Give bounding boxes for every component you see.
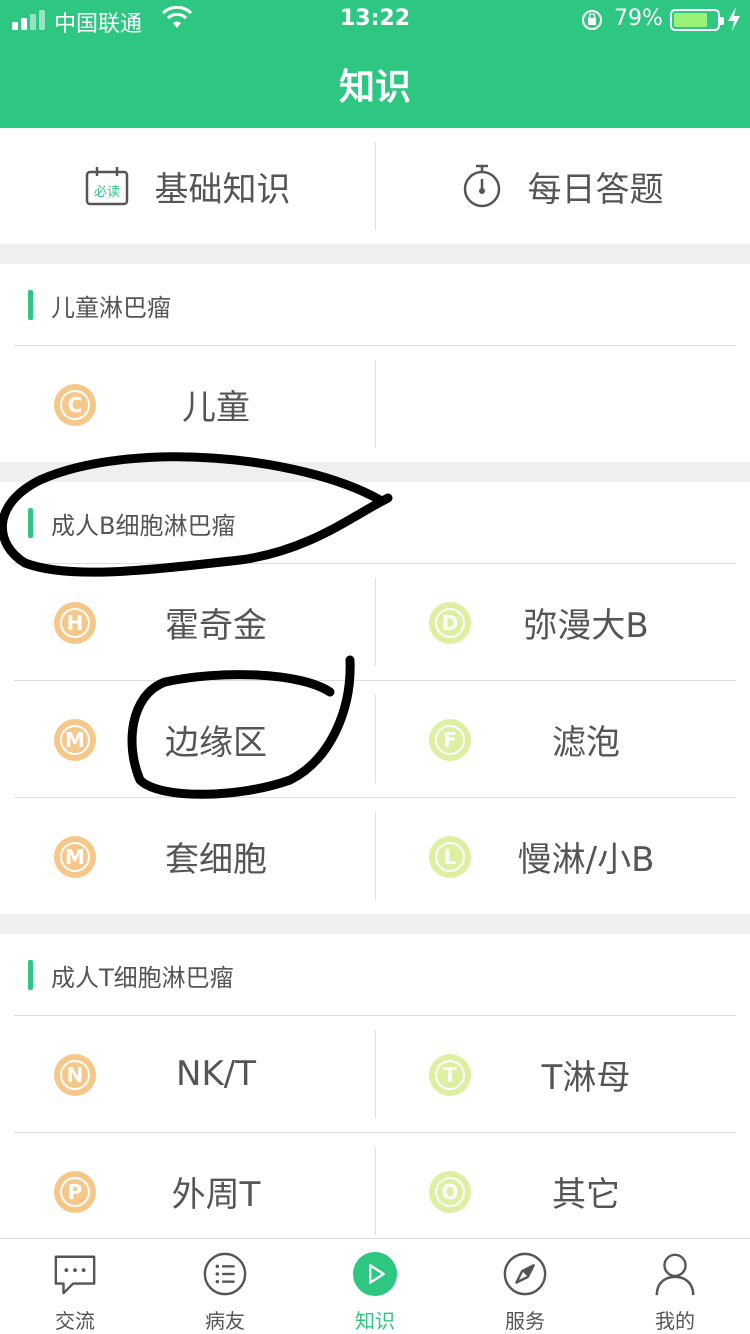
- letter-t-icon: T: [429, 1054, 471, 1096]
- category-marginal-zone[interactable]: M 边缘区: [0, 681, 375, 797]
- page-title: 知识: [338, 67, 411, 108]
- calendar-must-read-icon: 必读: [85, 167, 128, 206]
- divider: [375, 812, 376, 900]
- top-action-bar: 必读 基础知识 每日答题: [0, 128, 750, 244]
- category-diffuse-large-b[interactable]: D 弥漫大B: [375, 564, 750, 680]
- section-accent-bar: [28, 960, 33, 990]
- bottom-tab-bar: 交流 病友 知识 服务 我的: [0, 1238, 750, 1334]
- category-follicular[interactable]: F 滤泡: [375, 681, 750, 797]
- tab-knowledge[interactable]: 知识: [300, 1239, 450, 1334]
- letter-c-icon: C: [54, 384, 96, 426]
- letter-d-icon: D: [429, 602, 471, 644]
- divider: [375, 1030, 376, 1118]
- app-header: 中国联通 13:22 79% 知识: [0, 0, 750, 128]
- divider: [375, 360, 376, 448]
- battery-percent: 79%: [614, 6, 663, 31]
- divider: [375, 695, 376, 783]
- tab-chat[interactable]: 交流: [0, 1239, 150, 1334]
- letter-f-icon: F: [429, 719, 471, 761]
- list-icon: [203, 1252, 247, 1296]
- section-title: 儿童淋巴瘤: [28, 288, 171, 322]
- tab-label: 知识: [355, 1309, 395, 1333]
- category-hodgkin[interactable]: H 霍奇金: [0, 564, 375, 680]
- section-title: 成人T细胞淋巴瘤: [28, 958, 234, 992]
- letter-h-icon: H: [54, 602, 96, 644]
- person-icon: [655, 1253, 695, 1296]
- category-label: 套细胞: [165, 839, 267, 880]
- tab-profile[interactable]: 我的: [600, 1239, 750, 1334]
- category-label: 霍奇金: [165, 605, 267, 646]
- category-mantle-cell[interactable]: M 套细胞: [0, 798, 375, 914]
- letter-l-icon: L: [429, 836, 471, 878]
- tab-label: 病友: [205, 1309, 245, 1333]
- category-label: 滤泡: [552, 722, 620, 763]
- section-title: 成人B细胞淋巴瘤: [28, 506, 235, 540]
- section-accent-bar: [28, 508, 33, 538]
- tab-services[interactable]: 服务: [450, 1239, 600, 1334]
- category-label: 慢淋/小B: [517, 839, 655, 880]
- play-icon: [352, 1251, 398, 1297]
- battery-icon: [670, 9, 724, 31]
- tab-label: 交流: [55, 1309, 95, 1333]
- section-children-lymphoma: 儿童淋巴瘤 C 儿童: [0, 264, 750, 462]
- category-label: NK/T: [176, 1054, 256, 1094]
- letter-p-icon: P: [54, 1171, 96, 1213]
- section-title-text: 成人T细胞淋巴瘤: [51, 963, 234, 992]
- rotation-lock-icon: [582, 10, 602, 30]
- category-nk-t[interactable]: N NK/T: [0, 1016, 375, 1132]
- section-title-text: 儿童淋巴瘤: [51, 293, 171, 322]
- letter-n-icon: N: [54, 1054, 96, 1096]
- tab-label: 服务: [505, 1309, 545, 1333]
- category-label: 边缘区: [165, 722, 267, 763]
- stopwatch-icon: [463, 164, 500, 208]
- section-accent-bar: [28, 290, 33, 320]
- category-children[interactable]: C 儿童: [0, 346, 375, 462]
- section-adult-t-cell: 成人T细胞淋巴瘤 N NK/T T T淋母 P 外周T O 其它: [0, 934, 750, 1238]
- daily-quiz-label: 每日答题: [527, 169, 664, 210]
- letter-o-icon: O: [429, 1171, 471, 1213]
- category-label: T淋母: [541, 1057, 631, 1098]
- category-t-lymphoblastic[interactable]: T T淋母: [375, 1016, 750, 1132]
- compass-icon: [503, 1252, 547, 1296]
- tab-patients[interactable]: 病友: [150, 1239, 300, 1334]
- divider: [375, 1147, 376, 1235]
- section-title-text: 成人B细胞淋巴瘤: [51, 511, 236, 540]
- section-adult-b-cell: 成人B细胞淋巴瘤 H 霍奇金 D 弥漫大B M 边缘区 F 滤泡 M 套细胞 L…: [0, 482, 750, 914]
- category-label: 儿童: [182, 387, 250, 428]
- chat-bubble-icon: [54, 1255, 96, 1295]
- category-cll-sll[interactable]: L 慢淋/小B: [375, 798, 750, 914]
- status-bar: 中国联通 13:22 79%: [0, 0, 750, 40]
- category-peripheral-t[interactable]: P 外周T: [0, 1133, 375, 1249]
- daily-quiz-button[interactable]: 每日答题: [375, 128, 750, 244]
- divider: [375, 578, 376, 666]
- tab-label: 我的: [655, 1309, 695, 1333]
- basic-knowledge-label: 基础知识: [154, 169, 291, 210]
- category-other[interactable]: O 其它: [375, 1133, 750, 1249]
- must-read-text: 必读: [93, 185, 119, 200]
- letter-m-icon: M: [54, 836, 96, 878]
- category-label: 弥漫大B: [523, 605, 649, 646]
- letter-m-icon: M: [54, 719, 96, 761]
- charging-icon: [728, 7, 740, 31]
- basic-knowledge-button[interactable]: 必读 基础知识: [0, 128, 375, 244]
- category-label: 外周T: [171, 1174, 261, 1215]
- category-label: 其它: [552, 1174, 620, 1215]
